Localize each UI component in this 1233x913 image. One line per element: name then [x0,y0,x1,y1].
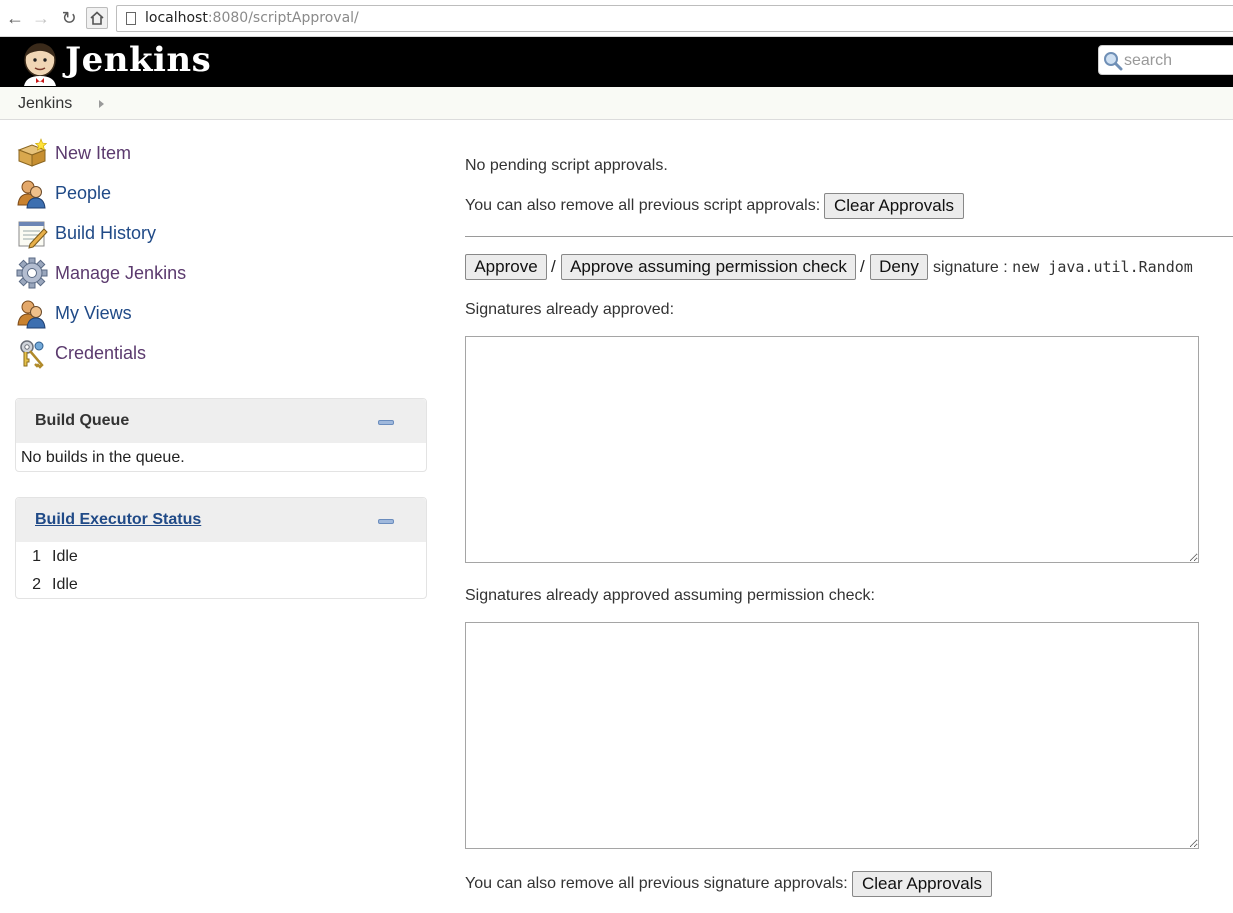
keys-icon [20,340,44,369]
remove-scripts-text: You can also remove all previous script … [465,197,821,214]
people-icon [17,300,46,329]
url-host: localhost [145,10,208,26]
approved-permission-signatures-textarea[interactable] [465,622,1199,849]
task-credentials[interactable]: Credentials [16,337,146,369]
search-input[interactable] [1124,50,1233,71]
new-item-icon [17,138,48,167]
executor-status-title[interactable]: Build Executor Status [35,511,201,529]
task-label-manage-jenkins[interactable]: Manage Jenkins [55,263,186,284]
clear-script-approvals-button[interactable]: Clear Approvals [824,193,964,219]
task-label-build-history[interactable]: Build History [55,223,156,244]
build-queue-empty-text: No builds in the queue. [21,449,185,466]
task-build-history[interactable]: Build History [16,217,156,249]
approved-signatures-heading: Signatures already approved: [465,301,675,318]
signature-prefix: signature : [933,259,1008,276]
search-icon [1104,52,1123,71]
jenkins-butler-logo-icon[interactable] [18,40,62,86]
back-arrow-icon[interactable]: ← [4,7,26,29]
build-queue-pane: Build Queue No builds in the queue. [15,398,427,472]
build-queue-title: Build Queue [35,412,130,429]
separator: / [551,257,556,276]
collapse-icon[interactable] [378,420,394,425]
breadcrumb-arrow-icon[interactable] [99,100,104,108]
url-text: localhost:8080/scriptApproval/ [145,10,359,26]
browser-toolbar: ← → ↻ localhost:8080/scriptApproval/ [0,0,1233,37]
task-my-views[interactable]: My Views [16,297,132,329]
signature-code: new java.util.Random [1012,258,1193,276]
divider [465,236,1233,237]
notepad-icon [18,221,48,249]
url-path: :8080/scriptApproval/ [207,10,359,26]
gear-icon [16,257,48,289]
task-label-my-views[interactable]: My Views [55,303,132,324]
task-label-people[interactable]: People [55,183,111,204]
deny-button[interactable]: Deny [870,254,928,280]
clear-signature-approvals-button[interactable]: Clear Approvals [852,871,992,897]
executor-row: 2 Idle [21,571,421,599]
jenkins-header: Jenkins [0,37,1233,87]
page-icon [126,12,136,25]
people-icon [17,180,46,209]
no-pending-text: No pending script approvals. [465,157,668,174]
home-icon[interactable] [86,7,108,29]
remove-signatures-text: You can also remove all previous signatu… [465,875,848,892]
approve-button[interactable]: Approve [465,254,547,280]
executor-number: 2 [32,576,41,593]
reload-icon[interactable]: ↻ [58,7,80,29]
task-manage-jenkins[interactable]: Manage Jenkins [16,257,186,289]
breadcrumb: Jenkins [0,87,1233,120]
jenkins-logo-text[interactable]: Jenkins [65,40,211,80]
signature-line: signature : new java.util.Random [933,258,1193,277]
executor-status: Idle [52,548,78,565]
executor-status-body: 1 Idle 2 Idle [16,542,426,605]
task-people[interactable]: People [16,177,111,209]
build-queue-header: Build Queue [16,399,426,443]
separator: / [860,257,865,276]
task-label-credentials[interactable]: Credentials [55,343,146,364]
address-bar[interactable]: localhost:8080/scriptApproval/ [116,5,1233,32]
collapse-icon[interactable] [378,519,394,524]
forward-arrow-icon[interactable]: → [30,7,52,29]
executor-row: 1 Idle [21,543,421,571]
executor-status-pane: Build Executor Status 1 Idle 2 Idle [15,497,427,599]
task-new-item[interactable]: New Item [16,137,131,169]
task-label-new-item[interactable]: New Item [55,143,131,164]
approve-permission-check-button[interactable]: Approve assuming permission check [561,254,856,280]
executor-number: 1 [32,548,41,565]
executor-status: Idle [52,576,78,593]
build-queue-body: No builds in the queue. [16,443,426,473]
executor-status-header: Build Executor Status [16,498,426,542]
approved-permission-signatures-heading: Signatures already approved assuming per… [465,587,875,604]
approved-signatures-textarea[interactable] [465,336,1199,563]
breadcrumb-item-jenkins[interactable]: Jenkins [18,95,72,113]
search-box [1098,45,1233,75]
